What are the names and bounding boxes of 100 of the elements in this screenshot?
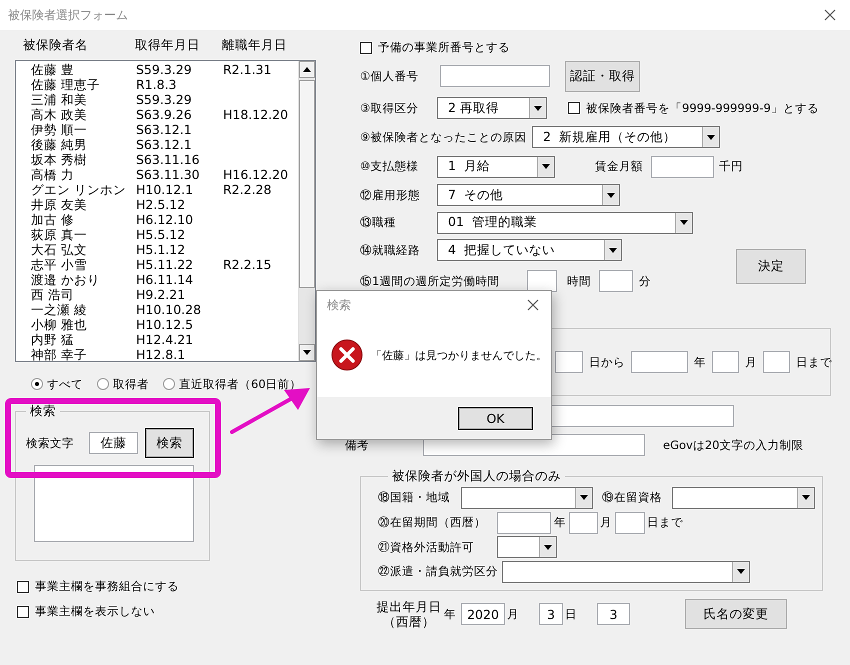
field-label: 年: [694, 354, 706, 370]
field-label: ①個人番号: [360, 68, 420, 84]
list-cell-text: 高橋 力: [31, 167, 75, 182]
input-field[interactable]: [615, 512, 645, 534]
scrollbar-thumb[interactable]: [299, 80, 315, 288]
list-cell-text: 一之瀬 綾: [31, 302, 88, 317]
checkbox-icon[interactable]: [360, 42, 372, 54]
field-label: ⑫雇用形態: [360, 188, 421, 202]
list-cell-text: 後藤 純男: [31, 137, 88, 152]
field-label: ⑬職種: [360, 215, 397, 230]
list-cell-text: 渡邉 かおり: [31, 272, 101, 287]
dropdown[interactable]: [497, 536, 557, 558]
input-field[interactable]: [555, 351, 583, 373]
dialog-message: 「佐藤」は見つかりませんでした。: [371, 348, 547, 362]
checkbox-icon[interactable]: [17, 606, 29, 618]
input-field[interactable]: [631, 351, 688, 373]
scrollbar[interactable]: [298, 61, 315, 361]
list-cell-text: 伊勢 順一: [31, 122, 88, 137]
input-field[interactable]: 佐藤: [89, 432, 138, 454]
list-cell-text: H16.12.20: [223, 167, 290, 182]
list-cell-text: H6.11.14: [136, 272, 194, 287]
field-label: 備考: [345, 438, 370, 452]
radio-option[interactable]: 取得者: [97, 376, 149, 392]
list-cell-text: S63.11.16: [136, 152, 201, 167]
field-label: ㉑資格外活動許可: [378, 540, 475, 554]
result-list[interactable]: [34, 465, 194, 542]
field-label: ⑭就職経路: [360, 242, 421, 258]
down-arrow-icon: [607, 192, 615, 198]
input-field[interactable]: [599, 270, 633, 292]
checkbox-icon[interactable]: [17, 580, 29, 592]
rename-button[interactable]: 氏名の変更: [685, 599, 787, 629]
checkbox[interactable]: 事業主欄を事務組合にする: [15, 574, 345, 599]
ok-button[interactable]: OK: [458, 406, 533, 430]
input-field[interactable]: [712, 351, 739, 373]
dropdown[interactable]: [672, 486, 815, 508]
checkbox[interactable]: 事業主欄を表示しない: [15, 599, 345, 624]
input-field[interactable]: [763, 351, 790, 373]
field-label: eGovは20文字の入力制限: [663, 438, 804, 452]
list-cell-text: グエン リンホン: [31, 182, 127, 197]
down-arrow-icon: [737, 569, 745, 574]
input-field[interactable]: 3: [539, 603, 563, 625]
field-label: 日: [565, 606, 577, 622]
checkbox[interactable]: 被保険者番号を「9999-999999-9」とする: [568, 96, 819, 120]
radio-icon[interactable]: [31, 378, 43, 390]
field-label: ⑩支払態様: [360, 159, 420, 174]
dropdown[interactable]: 2 再取得: [437, 97, 547, 119]
auth-button[interactable]: 認証・取得: [565, 60, 640, 92]
input-field[interactable]: [527, 270, 557, 292]
radio-option[interactable]: すべて: [31, 376, 83, 392]
field-label: 年: [444, 606, 456, 622]
radio-option[interactable]: 直近取得者（60日前）: [163, 376, 302, 392]
dropdown[interactable]: 1 月給: [437, 156, 555, 178]
down-arrow-icon: [680, 220, 688, 225]
input-field[interactable]: [651, 156, 714, 178]
down-arrow-icon: [542, 164, 550, 169]
list-cell-text: 荻原 真一: [31, 227, 88, 242]
column-header: 離職年月日: [222, 36, 288, 54]
list-cell-text: H12.8.1: [136, 347, 186, 362]
listbox[interactable]: [15, 60, 316, 362]
list-cell-text: 佐藤 豊: [31, 62, 75, 77]
field-label: 月: [745, 354, 757, 370]
dropdown[interactable]: 01 管理的職業: [437, 212, 693, 234]
list-cell-text: S59.3.29: [136, 92, 193, 107]
checkbox-icon[interactable]: [568, 102, 580, 114]
dialog-title: 検索: [327, 296, 351, 314]
input-field[interactable]: [497, 512, 551, 534]
close-icon[interactable]: [527, 299, 539, 311]
input-field[interactable]: [440, 65, 550, 87]
list-cell-text: H5.11.22: [136, 257, 194, 272]
field-label: （西暦）: [383, 614, 435, 629]
list-cell-text: 三浦 和美: [31, 92, 88, 107]
search-button[interactable]: 検索: [145, 428, 194, 458]
input-field[interactable]: 3: [597, 603, 630, 625]
dropdown[interactable]: 2 新規雇用（その他）: [532, 126, 720, 148]
list-cell-text: H12.4.21: [136, 332, 194, 347]
field-label: 月: [507, 606, 519, 622]
dropdown[interactable]: 7 その他: [437, 184, 620, 206]
dropdown[interactable]: [461, 486, 593, 508]
list-cell-text: 坂本 秀樹: [31, 152, 88, 167]
checkbox[interactable]: 予備の事業所番号とする: [360, 35, 850, 60]
dropdown[interactable]: 4 把握していない: [437, 239, 622, 261]
list-cell-text: H18.12.20: [223, 107, 290, 122]
field-label: 千円: [719, 159, 743, 174]
list-cell-text: 西 浩司: [31, 287, 75, 302]
radio-icon[interactable]: [97, 378, 109, 390]
dropdown[interactable]: [502, 560, 750, 582]
radio-icon[interactable]: [163, 378, 175, 390]
input-field[interactable]: 2020: [461, 603, 505, 625]
field-label: 日から: [589, 354, 625, 370]
down-arrow-icon: [802, 495, 810, 500]
down-arrow-icon: [534, 106, 542, 110]
close-icon[interactable]: [824, 9, 836, 21]
input-field[interactable]: [569, 512, 598, 534]
down-arrow-icon: [544, 544, 552, 550]
decide-button[interactable]: 決定: [736, 248, 806, 284]
field-label: 年: [554, 515, 566, 530]
list-cell-text: S63.11.30: [136, 167, 201, 182]
list-cell-text: 小柳 雅也: [31, 317, 88, 332]
down-arrow-icon: [303, 350, 311, 355]
field-label: 日まで: [647, 515, 683, 530]
